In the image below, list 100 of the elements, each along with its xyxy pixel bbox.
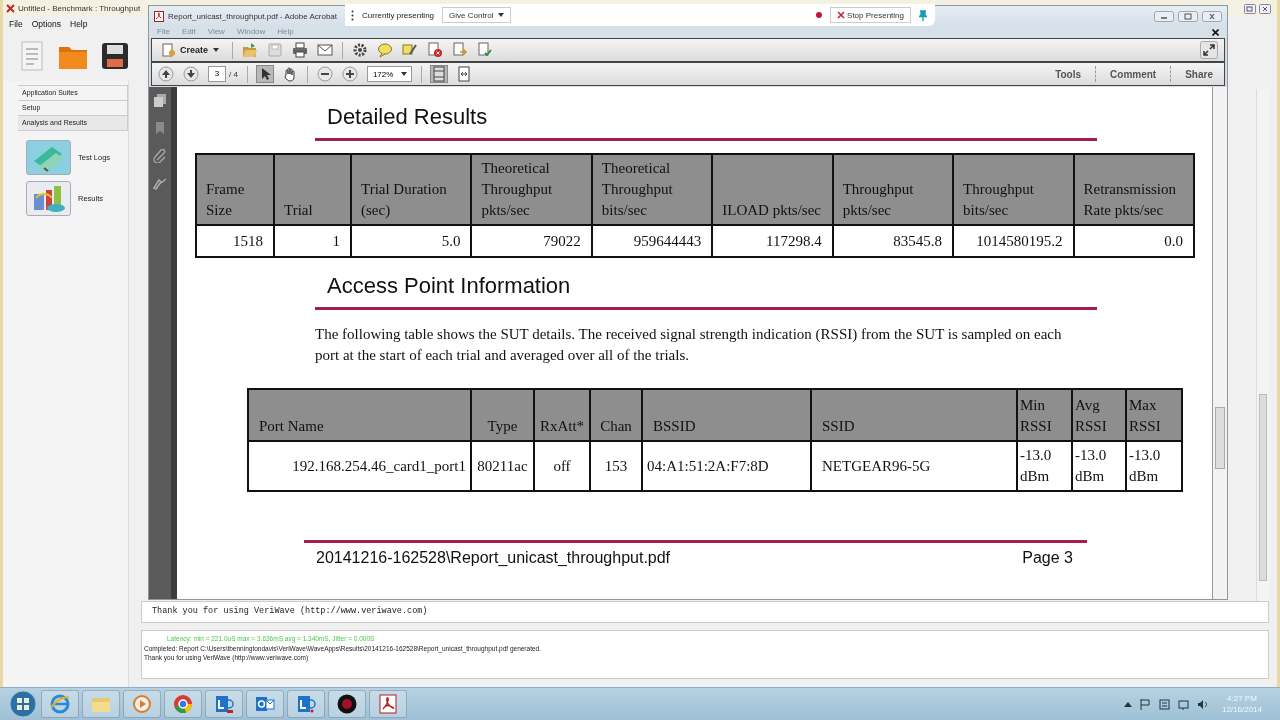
results-button[interactable] (26, 181, 71, 216)
create-button[interactable]: Create (158, 43, 223, 57)
section-heading: Detailed Results (327, 104, 489, 130)
pages-icon[interactable] (153, 93, 167, 107)
column-header: Theoretical Throughput bits/sec (591, 154, 713, 225)
table-cell: -13.0 dBm (1126, 441, 1182, 491)
column-header: Avg RSSI (1072, 389, 1126, 441)
settings-icon[interactable] (352, 42, 368, 58)
table-cell: 83545.8 (832, 225, 954, 257)
paperclip-icon[interactable] (153, 149, 167, 163)
chat-app-icon (295, 693, 317, 715)
restore-icon[interactable] (1244, 3, 1256, 14)
caret-icon (401, 72, 408, 76)
volume-icon[interactable] (1196, 698, 1208, 710)
column-header: Throughput bits/sec (953, 154, 1074, 225)
arrow-up-icon[interactable] (158, 66, 174, 82)
pane-tab[interactable]: Share (1180, 68, 1218, 80)
page-number: Page 3 (1022, 549, 1073, 567)
pane-tab[interactable]: Tools (1050, 68, 1087, 80)
sign-icon[interactable] (402, 42, 418, 58)
chat-app-icon (213, 693, 235, 715)
column-header: Port Name (248, 389, 471, 441)
expand-icon[interactable] (1200, 41, 1218, 59)
pin-icon[interactable] (919, 9, 927, 21)
document-x-icon[interactable] (427, 42, 443, 58)
column-header: Type (471, 389, 534, 441)
column-header: Frame Size (196, 154, 274, 225)
start-button[interactable] (8, 689, 38, 719)
window-title: Report_unicast_throughput.pdf - Adobe Acrobat (168, 11, 337, 21)
table-cell: -13.0 dBm (1017, 441, 1072, 491)
hand-icon[interactable] (281, 66, 298, 82)
column-header: Trial (274, 154, 351, 225)
close-icon[interactable] (1212, 28, 1219, 36)
pdf-icon (154, 10, 164, 22)
recording-dot-icon (816, 12, 823, 18)
table-cell: 79022 (471, 225, 592, 257)
folder-icon[interactable] (242, 42, 258, 58)
taskbar-button[interactable] (328, 690, 366, 718)
scrollbar[interactable] (1212, 87, 1227, 599)
column-header: Throughput pkts/sec (832, 154, 954, 225)
menu-item[interactable]: Help (70, 19, 88, 29)
zoom-out-icon[interactable] (316, 66, 333, 82)
section-heading: Access Point Information (327, 273, 572, 299)
zoom-in-icon[interactable] (341, 66, 358, 82)
table-cell: 117298.4 (712, 225, 833, 257)
presenting-label: Currently presenting (362, 10, 435, 20)
comment-icon[interactable] (377, 42, 393, 58)
close-icon (837, 11, 846, 19)
fit-width-icon[interactable] (456, 66, 473, 82)
paragraph: The following table shows the SUT details. The received signal strength indication (RSSI) from the SUT is sampled on each port at the start of each trial and averaged over all of the trials. (315, 325, 1063, 365)
column-header: ILOAD pkts/sec (712, 154, 833, 225)
record-icon (336, 693, 358, 715)
log-output: Thank you for using VeriWave (http://www.veriwave.com) (141, 601, 1269, 624)
pdf-icon (377, 693, 399, 715)
caret-icon (213, 48, 219, 52)
page-field[interactable]: 3 (208, 66, 226, 82)
table-cell: NETGEAR96-5G (811, 441, 1017, 491)
table-cell: 04:A1:51:2A:F7:8D (642, 441, 811, 491)
chevron-up-icon[interactable] (1123, 701, 1132, 707)
column-header: Theoretical Throughput pkts/sec (471, 154, 592, 225)
print-icon[interactable] (292, 42, 308, 58)
pointer-icon[interactable] (256, 66, 273, 82)
save-icon[interactable] (101, 42, 129, 70)
flag-icon[interactable] (1139, 698, 1151, 710)
table-cell: 959644443 (591, 225, 713, 257)
close-icon[interactable] (1259, 3, 1271, 14)
taskbar-button[interactable] (369, 690, 407, 718)
minimize-icon[interactable] (1154, 10, 1174, 22)
window-title: Untitled - Benchmark : Throughput (18, 4, 141, 13)
table-cell: 80211ac (471, 441, 534, 491)
document-arrow-icon[interactable] (452, 42, 468, 58)
app-icon (6, 4, 15, 13)
drag-handle-icon (351, 9, 354, 21)
column-header: BSSID (642, 389, 811, 441)
column-header: Chan (590, 389, 642, 441)
table-cell: 5.0 (351, 225, 472, 257)
device-icon[interactable] (1158, 698, 1170, 710)
mail-icon[interactable] (317, 42, 333, 58)
column-header: SSID (811, 389, 1017, 441)
chrome-icon (172, 693, 194, 715)
column-header: Max RSSI (1126, 389, 1182, 441)
page-count: / 4 (229, 69, 238, 79)
stop-presenting-button[interactable]: Stop Presenting (830, 7, 911, 23)
table-cell: 0.0 (1073, 225, 1194, 257)
play-icon (131, 693, 153, 715)
table-cell: 1014580195.2 (953, 225, 1074, 257)
table-cell: -13.0 dBm (1072, 441, 1126, 491)
column-header: RxAtt* (534, 389, 590, 441)
menu-item[interactable]: File (9, 19, 23, 29)
document-check-icon[interactable] (477, 42, 493, 58)
zoom-field[interactable]: 172% (366, 66, 413, 82)
arrow-down-icon[interactable] (183, 66, 199, 82)
column-header: Trial Duration (sec) (351, 154, 472, 225)
table-cell: off (534, 441, 590, 491)
give-control-button[interactable]: Give Control (442, 7, 511, 23)
pane-tab[interactable]: Comment (1105, 68, 1162, 80)
column-header: Retransmission Rate pkts/sec (1073, 154, 1194, 225)
signature-icon[interactable] (153, 177, 167, 191)
menu-item[interactable]: Options (31, 19, 61, 29)
fit-page-icon[interactable] (431, 66, 448, 82)
